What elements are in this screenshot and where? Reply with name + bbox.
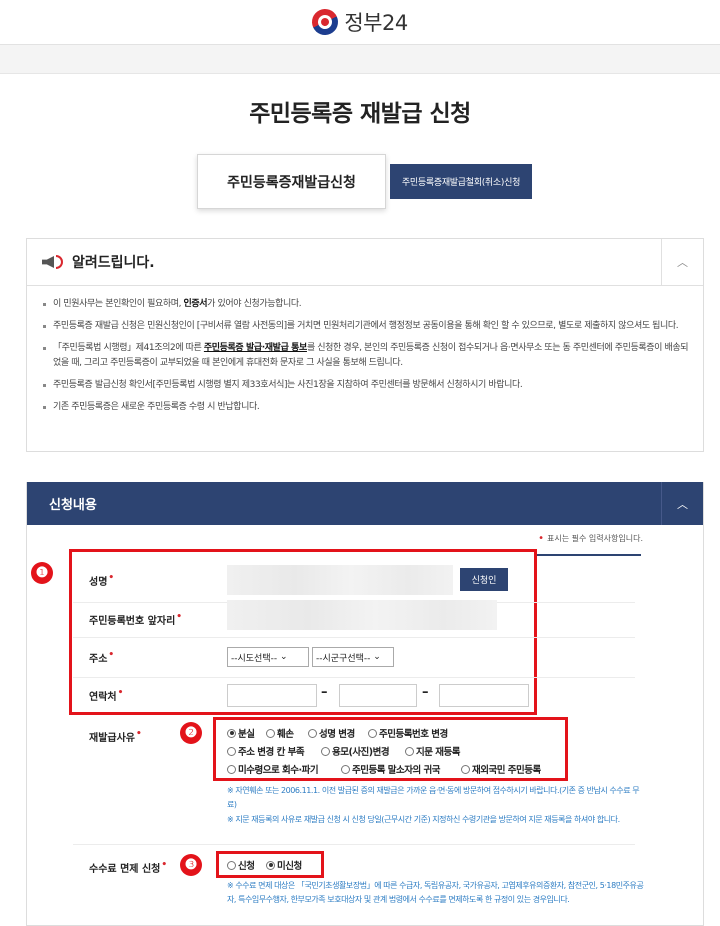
step-badge-3: ❸	[180, 854, 202, 876]
phone-dash: –	[321, 685, 328, 700]
reason-fingerprint-radio[interactable]: 지문 재등록	[405, 744, 461, 758]
sigungu-select[interactable]: --시군구선택-- ⌄	[312, 647, 394, 667]
notice-collapse-button[interactable]: ︿	[661, 239, 703, 285]
rrn-field[interactable]	[227, 600, 497, 630]
page-title: 주민등록증 재발급 신청	[249, 101, 471, 127]
required-note-underline	[535, 554, 641, 556]
list-item: 이 민원사무는 본인확인이 필요하며, 인증서가 있어야 신청가능합니다.	[43, 297, 689, 312]
reason-photo-change-radio[interactable]: 용모(사진)변경	[321, 744, 390, 758]
service-tabs: 주민등록증재발급신청 주민등록증재발급철회(취소)신청	[197, 154, 532, 209]
notice-list: 이 민원사무는 본인확인이 필요하며, 인증서가 있어야 신청가능합니다. 주민…	[27, 286, 703, 415]
label-name: 성명•	[89, 573, 115, 588]
reason-unreceived-radio[interactable]: 미수령으로 회수·파기	[227, 762, 319, 776]
required-note: • 표시는 필수 입력사항입니다.	[538, 533, 643, 544]
fee-not-apply-radio[interactable]: 미신청	[266, 858, 302, 872]
taegeuk-logo-icon[interactable]	[308, 4, 343, 40]
phone-part3-input[interactable]	[439, 684, 529, 707]
section-collapse-button[interactable]: ︿	[661, 482, 703, 525]
site-header: 정부24	[0, 0, 720, 44]
site-logo-text[interactable]: 정부24	[344, 7, 408, 37]
fee-note: ※ 수수료 면제 대상은 「국민기초생활보장법」에 따른 수급자, 독립유공자,…	[227, 881, 644, 904]
label-address: 주소•	[89, 650, 115, 665]
application-section: 신청내용 ︿ • 표시는 필수 입력사항입니다. ❶ 성명• 신청인 주민등록번호…	[26, 482, 704, 926]
notice-panel: 알려드립니다. ︿ 이 민원사무는 본인확인이 필요하며, 인증서가 있어야 신…	[26, 238, 704, 452]
reason-overseas-radio[interactable]: 재외국민 주민등록	[461, 762, 541, 776]
section-header: 신청내용 ︿	[27, 482, 703, 525]
label-fee-waiver: 수수료 면제 신청•	[89, 860, 168, 875]
list-item: 주민등록증 발급신청 확인서[주민등록법 시행령 별지 제33호서식]는 사진1…	[43, 378, 689, 393]
megaphone-icon	[42, 253, 64, 271]
label-reason: 재발급사유•	[89, 729, 142, 744]
list-item: 주민등록증 재발급 신청은 민원신청인이 [구비서류 열람 사전동의]를 거치면…	[43, 319, 689, 334]
applicant-button[interactable]: 신청인	[460, 568, 508, 591]
step-badge-1: ❶	[31, 562, 53, 584]
section-title: 신청내용	[49, 498, 97, 513]
reason-lost-radio[interactable]: 분실	[227, 726, 255, 740]
list-item: 기존 주민등록증은 새로운 주민등록증 수령 시 반납합니다.	[43, 400, 689, 415]
row-divider	[73, 844, 635, 845]
sido-select[interactable]: --시도선택-- ⌄	[227, 647, 309, 667]
notice-title: 알려드립니다.	[72, 255, 155, 271]
label-contact: 연락처•	[89, 688, 124, 703]
reason-note-1: ※ 자연훼손 또는 2006.11.1. 이전 발급된 증의 재발급은 가까운 …	[227, 786, 640, 809]
tab-reissue-withdrawal[interactable]: 주민등록증재발급철회(취소)신청	[390, 164, 532, 199]
list-item: 「주민등록법 시행령」제41조의2에 따른 주민등록증 발급·재발급 통보를 신…	[43, 341, 689, 371]
notice-header: 알려드립니다. ︿	[27, 239, 703, 286]
tab-reissue-application[interactable]: 주민등록증재발급신청	[197, 154, 386, 209]
row-divider	[73, 637, 635, 638]
name-field[interactable]	[227, 565, 453, 595]
reason-rrn-change-radio[interactable]: 주민등록번호 변경	[368, 726, 448, 740]
reason-address-full-radio[interactable]: 주소 변경 칸 부족	[227, 744, 305, 758]
fee-apply-radio[interactable]: 신청	[227, 858, 255, 872]
reason-damaged-radio[interactable]: 훼손	[266, 726, 294, 740]
row-divider	[73, 677, 635, 678]
label-rrn: 주민등록번호 앞자리•	[89, 612, 183, 627]
reason-name-change-radio[interactable]: 성명 변경	[308, 726, 355, 740]
phone-part2-input[interactable]	[339, 684, 417, 707]
reason-returnee-radio[interactable]: 주민등록 말소자의 귀국	[341, 762, 441, 776]
reason-note-2: ※ 지문 재등록의 사유로 재발급 신청 시 신청 당일(근무시간 기준) 지정…	[227, 815, 620, 824]
step-badge-2: ❷	[180, 722, 202, 744]
phone-dash: –	[422, 685, 429, 700]
phone-part1-input[interactable]	[227, 684, 317, 707]
header-band	[0, 44, 720, 74]
